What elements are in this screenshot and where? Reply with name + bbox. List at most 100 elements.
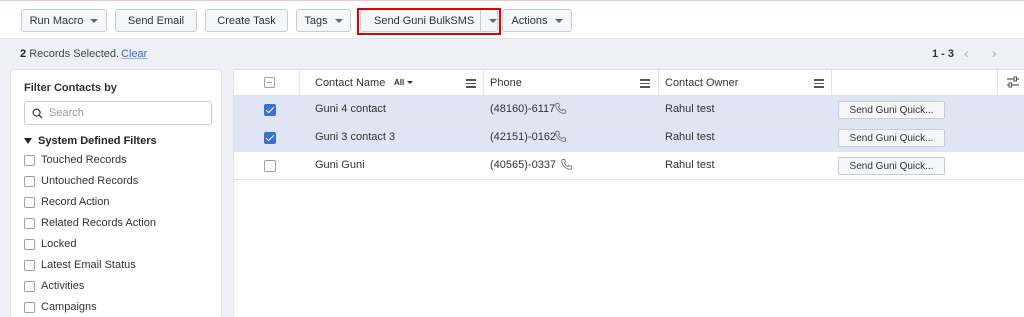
owner-cell: Rahul test xyxy=(665,159,715,171)
send-guni-quick-button[interactable]: Send Guni Quick... xyxy=(838,129,945,147)
filter-item-label: Locked xyxy=(41,238,77,250)
column-header-contact-owner[interactable]: Contact Owner xyxy=(665,70,738,96)
column-divider xyxy=(299,70,300,96)
create-task-label: Create Task xyxy=(217,14,276,27)
send-guni-quick-button[interactable]: Send Guni Quick... xyxy=(838,101,945,119)
send-email-button[interactable]: Send Email xyxy=(115,9,197,32)
table-header: Contact Name All Phone Contact Owner xyxy=(234,70,1024,96)
all-filter-label: All xyxy=(394,78,405,87)
phone-icon[interactable] xyxy=(554,130,567,143)
run-macro-button[interactable]: Run Macro xyxy=(21,9,107,32)
filter-item-related-records-action[interactable]: Related Records Action xyxy=(24,217,156,229)
column-header-label: Contact Owner xyxy=(665,77,739,89)
filter-item-touched-records[interactable]: Touched Records xyxy=(24,154,127,166)
contacts-table: Contact Name All Phone Contact Owner Gun… xyxy=(233,69,1024,317)
filter-item-label: Activities xyxy=(41,280,85,292)
column-settings-icon[interactable] xyxy=(1006,76,1020,88)
filter-item-untouched-records[interactable]: Untouched Records xyxy=(24,175,138,187)
table-row[interactable]: Guni 4 contact (48160)-6117 Rahul test S… xyxy=(234,96,1024,124)
chevron-down-icon xyxy=(90,18,99,23)
row-checkbox[interactable] xyxy=(264,104,276,116)
filter-item-label: Latest Email Status xyxy=(41,259,136,271)
filter-checkbox[interactable] xyxy=(24,259,35,271)
filter-panel-title: Filter Contacts by xyxy=(24,82,117,94)
filter-item-latest-email-status[interactable]: Latest Email Status xyxy=(24,259,136,271)
selected-count: 2 xyxy=(20,48,27,60)
table-row[interactable]: Guni 3 contact 3 (42151)-0162 Rahul test… xyxy=(234,124,1024,152)
column-divider xyxy=(997,70,998,96)
run-macro-label: Run Macro xyxy=(29,14,84,27)
chevron-down-icon xyxy=(334,18,343,23)
column-header-contact-name[interactable]: Contact Name xyxy=(315,70,385,96)
send-guni-bulksms-dropdown[interactable] xyxy=(488,10,497,31)
actions-button[interactable]: Actions xyxy=(502,9,572,32)
search-icon xyxy=(32,107,43,119)
clear-selection-link[interactable]: Clear xyxy=(121,48,147,60)
row-checkbox[interactable] xyxy=(264,132,276,144)
filter-checkbox[interactable] xyxy=(24,301,35,313)
filter-checkbox[interactable] xyxy=(24,196,35,208)
filter-item-label: Record Action xyxy=(41,196,110,208)
filter-item-activities[interactable]: Activities xyxy=(24,280,84,292)
filter-item-label: Touched Records xyxy=(41,154,127,166)
column-divider xyxy=(658,70,659,96)
action-toolbar: Run Macro Send Email Create Task Tags Se… xyxy=(0,1,1024,39)
contact-name-cell[interactable]: Guni 4 contact xyxy=(315,103,386,115)
column-menu-icon[interactable] xyxy=(640,79,650,88)
selection-bar: 2 Records Selected. Clear 1 - 3 ‹ › xyxy=(0,40,1024,68)
filter-checkbox[interactable] xyxy=(24,217,35,229)
chevron-down-icon xyxy=(407,81,414,84)
filter-panel: Filter Contacts by System Defined Filter… xyxy=(10,69,222,317)
filter-item-record-action[interactable]: Record Action xyxy=(24,196,109,208)
filter-checkbox[interactable] xyxy=(24,175,35,187)
phone-icon[interactable] xyxy=(554,102,567,115)
send-guni-bulksms-main[interactable]: Send Guni BulkSMS xyxy=(361,10,475,31)
column-header-phone[interactable]: Phone xyxy=(490,70,522,96)
column-divider xyxy=(831,70,832,96)
chevron-down-icon xyxy=(488,18,497,23)
owner-cell: Rahul test xyxy=(665,131,715,143)
actions-label: Actions xyxy=(511,14,548,27)
phone-cell: (40565)-0337 xyxy=(490,159,557,171)
filter-item-locked[interactable]: Locked xyxy=(24,238,76,250)
pagination-range: 1 - 3 xyxy=(932,48,955,60)
filter-item-label: Related Records Action xyxy=(41,217,156,229)
tags-label: Tags xyxy=(304,14,328,27)
all-filter-dropdown[interactable]: All xyxy=(394,78,414,87)
table-row[interactable]: Guni Guni (40565)-0337 Rahul test Send G… xyxy=(234,152,1024,180)
column-menu-icon[interactable] xyxy=(814,79,824,88)
select-all-checkbox[interactable] xyxy=(264,77,275,88)
contact-name-cell[interactable]: Guni 3 contact 3 xyxy=(315,131,395,143)
column-divider xyxy=(483,70,484,96)
send-guni-bulksms-label: Send Guni BulkSMS xyxy=(374,14,475,27)
phone-icon[interactable] xyxy=(560,158,573,171)
chevron-left-icon[interactable]: ‹ xyxy=(964,45,969,61)
split-divider xyxy=(480,10,481,31)
create-task-button[interactable]: Create Task xyxy=(205,9,288,32)
filter-item-label: Untouched Records xyxy=(41,175,139,187)
owner-cell: Rahul test xyxy=(665,103,715,115)
tags-button[interactable]: Tags xyxy=(296,9,351,32)
column-menu-icon[interactable] xyxy=(466,79,476,88)
column-header-label: Phone xyxy=(490,77,522,89)
system-defined-filters-title: System Defined Filters xyxy=(38,135,157,147)
contact-name-cell[interactable]: Guni Guni xyxy=(315,159,365,171)
system-defined-filters-toggle[interactable]: System Defined Filters xyxy=(24,135,157,147)
selected-text: Records Selected. xyxy=(29,48,120,60)
row-checkbox[interactable] xyxy=(264,160,276,172)
chevron-down-icon xyxy=(554,18,563,23)
filter-checkbox[interactable] xyxy=(24,280,35,292)
send-guni-quick-button[interactable]: Send Guni Quick... xyxy=(838,157,945,175)
filter-checkbox[interactable] xyxy=(24,154,35,166)
chevron-right-icon[interactable]: › xyxy=(992,45,997,61)
filter-checkbox[interactable] xyxy=(24,238,35,250)
column-header-label: Contact Name xyxy=(315,77,386,89)
phone-cell: (42151)-0162 xyxy=(490,131,557,143)
filter-search-input[interactable] xyxy=(49,107,199,119)
selection-status: 2 Records Selected. xyxy=(20,48,119,60)
caret-down-icon xyxy=(24,138,32,144)
filter-item-campaigns[interactable]: Campaigns xyxy=(24,301,97,313)
send-guni-bulksms-button[interactable]: Send Guni BulkSMS xyxy=(360,9,498,32)
phone-cell: (48160)-6117 xyxy=(490,103,556,115)
filter-search-box[interactable] xyxy=(24,101,212,125)
